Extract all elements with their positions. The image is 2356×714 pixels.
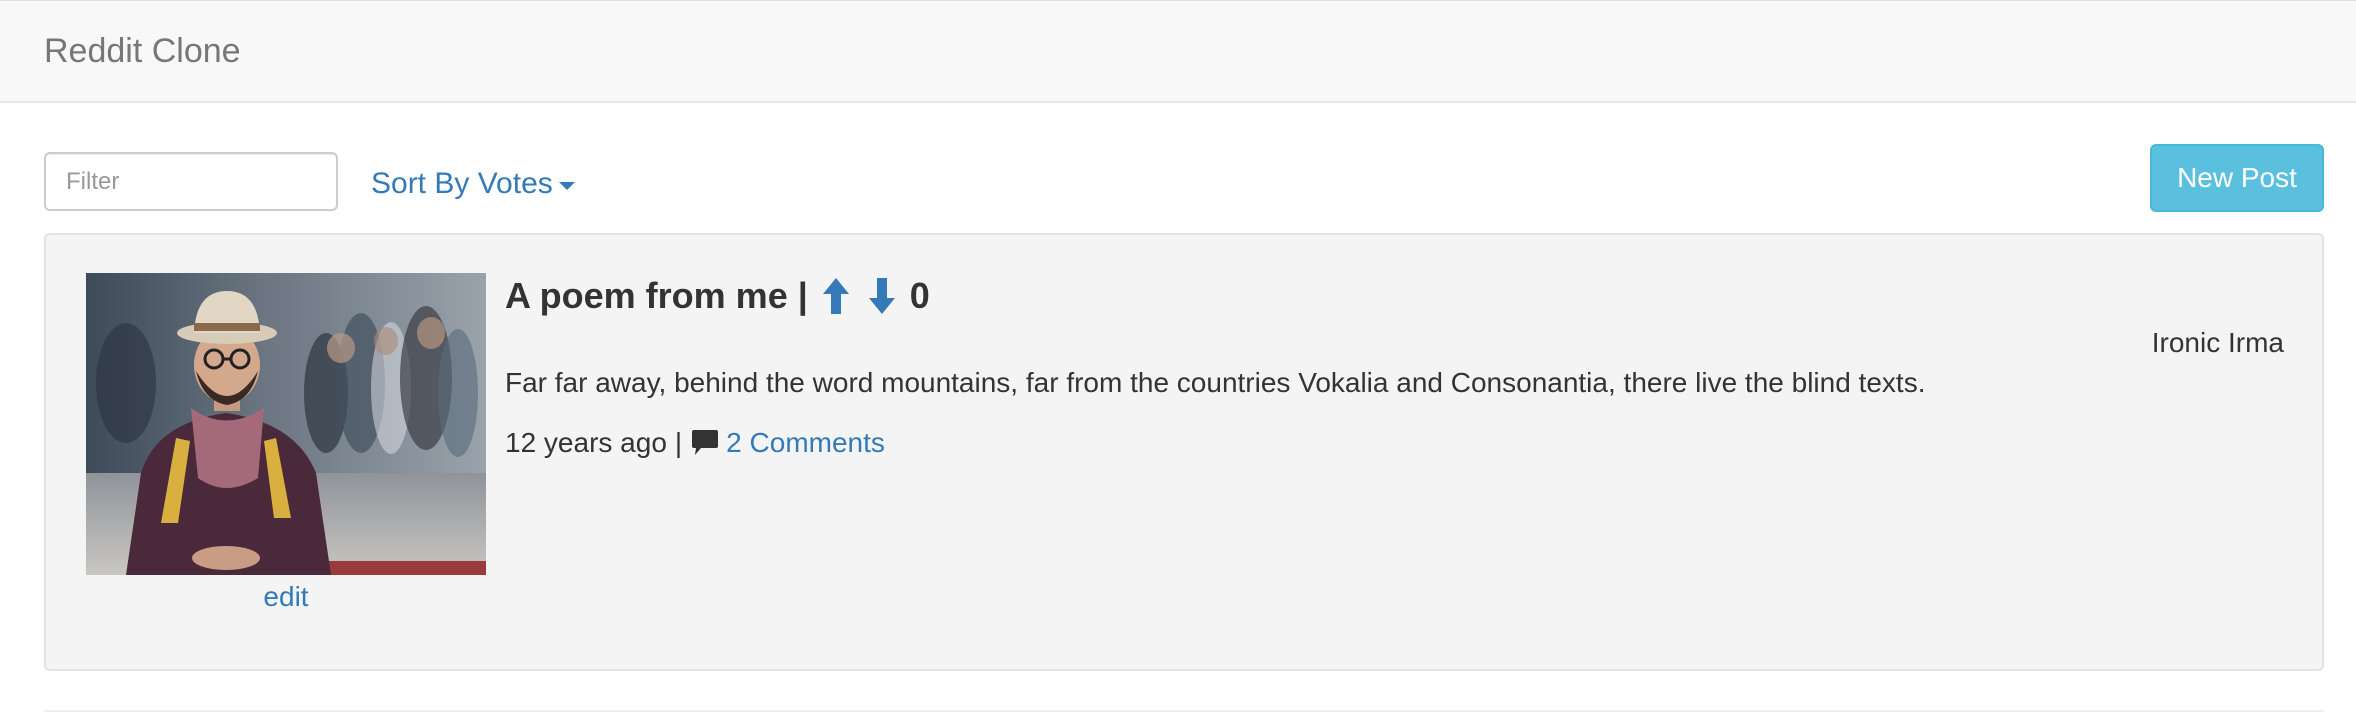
post-card: edit A poem from me | 0 Ironic Irma Far … — [44, 233, 2324, 671]
caret-down-icon — [558, 182, 575, 190]
post-body: Far far away, behind the word mountains,… — [505, 367, 1926, 398]
comment-icon — [690, 428, 720, 458]
post-title[interactable]: A poem from me — [505, 275, 788, 317]
downvote-arrow-icon[interactable] — [864, 274, 900, 318]
meta-separator: | — [674, 427, 683, 458]
post-thumbnail-image — [86, 273, 486, 575]
sort-dropdown[interactable]: Sort By Votes — [371, 164, 575, 204]
next-post-divider — [44, 710, 2324, 712]
top-navbar: Reddit Clone — [0, 0, 2356, 103]
upvote-arrow-icon[interactable] — [818, 274, 854, 318]
post-meta: 12 years ago | 2 Comments — [505, 423, 885, 463]
post-age: 12 years ago — [505, 427, 667, 458]
brand-link[interactable]: Reddit Clone — [44, 29, 241, 73]
sort-dropdown-label: Sort By Votes — [371, 167, 553, 200]
title-separator: | — [797, 275, 808, 316]
post-thumbnail[interactable] — [86, 273, 486, 575]
edit-link[interactable]: edit — [86, 575, 486, 619]
filter-input[interactable] — [44, 152, 338, 211]
post-title-row: A poem from me | 0 — [505, 271, 930, 321]
post-author: Ironic Irma — [2151, 327, 2284, 358]
vote-score: 0 — [909, 275, 930, 316]
comments-link[interactable]: 2 Comments — [726, 427, 885, 459]
new-post-button[interactable]: New Post — [2150, 144, 2324, 212]
